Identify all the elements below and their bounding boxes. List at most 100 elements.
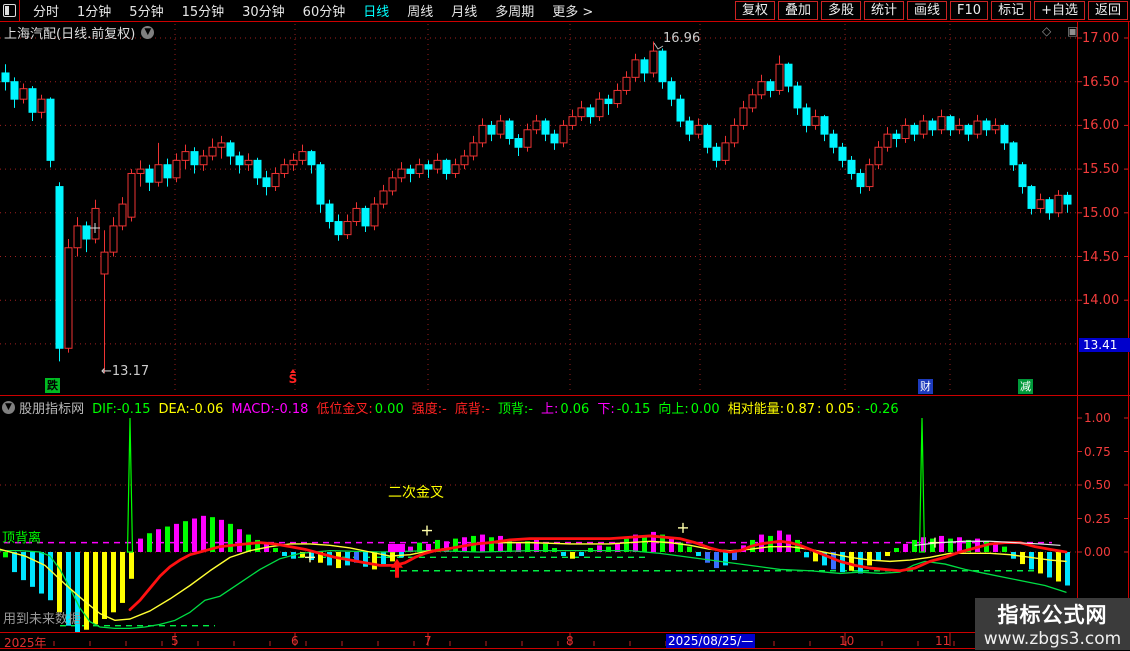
indicator-value: DEA:-0.06 [158,402,224,417]
toolbar-button-复权[interactable]: 复权 [734,1,775,20]
fall-signal-badge: 跌 [45,378,60,393]
indicator-axis-label: 0.00 [1084,545,1111,559]
candle-body [1018,164,1027,188]
toolbar-button-叠加[interactable]: 叠加 [777,1,818,20]
macd-bar [507,539,512,552]
candle-body [433,159,442,170]
macd-bar [183,521,188,552]
chart-canvas[interactable] [0,0,1130,650]
timeframe-item-30分钟[interactable]: 30分钟 [233,1,294,20]
candle-body [874,146,883,166]
date-axis-label: 11 [935,634,951,648]
timeframe-item-月线[interactable]: 月线 [442,1,486,20]
top-menu-bar: 分时 1分钟 5分钟 15分钟 30分钟 60分钟 日线 周线 月线 多周期 更多 > 复权 叠加 多股… [0,0,1130,22]
candle-body [649,50,658,74]
indicator-chevron-icon[interactable]: ▼ [2,401,15,414]
candle-body [847,159,856,174]
indicator-value: 相对能量: [727,402,785,417]
candle-body [910,124,919,135]
macd-bar [192,518,197,552]
macd-bar [129,552,134,579]
candle-body [64,247,73,349]
wealth-signal-badge: 财 [918,379,933,394]
indicator-value: 下: [597,402,615,417]
indicator-value: 0.00 [690,402,720,417]
indicator-value: MACD:-0.18 [231,402,309,417]
chart-corner-icons[interactable]: ◇ ▣ [1042,24,1084,38]
candle-body [235,155,244,166]
indicator-value: 底背:- [454,402,490,417]
indicator-value: 0.06 [560,402,590,417]
timeframe-item-日线[interactable]: 日线 [354,1,398,20]
candle-body [397,168,406,179]
timeframe-item-15分钟[interactable]: 15分钟 [173,1,234,20]
watermark-title: 指标公式网 [997,603,1108,627]
macd-bar [174,523,179,552]
timeframe-item-5分钟[interactable]: 5分钟 [120,1,172,20]
candle-body [784,63,793,87]
buy-arrow [391,558,403,578]
indicator-axis-label: 1.00 [1084,411,1111,425]
toolbar-button-画线[interactable]: 画线 [907,1,948,20]
candle-body [937,116,946,131]
candle-body [757,81,766,96]
timeframe-item-分时[interactable]: 分时 [24,1,68,20]
candle-body [316,164,325,205]
macd-bar [156,529,161,552]
macd-bar [282,552,287,557]
panel-toggle-icon[interactable] [3,4,16,17]
macd-bar [588,547,593,552]
macd-bar [867,552,872,566]
macd-bar [1065,552,1070,586]
signal-block [388,543,405,552]
timeframe-item-60分钟[interactable]: 60分钟 [294,1,355,20]
toolbar-button-F10[interactable]: F10 [950,1,989,20]
candle-body [100,251,109,275]
macd-bar [111,552,116,613]
macd-bar [489,537,494,552]
toolbar-button-统计[interactable]: 统计 [864,1,905,20]
toolbar-button-+自选[interactable]: +自选 [1034,1,1085,20]
toolbar-button-多股[interactable]: 多股 [820,1,861,20]
candle-body [901,124,910,140]
timeframe-item-更多 >[interactable]: 更多 > [543,1,602,20]
candle-body [919,120,928,135]
macd-bar [237,529,242,552]
watermark-url: www.zbgs3.com [983,629,1122,649]
candle-body [991,124,1000,131]
candle-body [586,107,595,118]
candle-body [883,133,892,148]
candle-body [514,138,523,148]
macd-bar [696,552,701,557]
toolbar-button-标记[interactable]: 标记 [991,1,1032,20]
date-axis-label: 5 [171,634,179,648]
candle-body [424,164,433,170]
timeframe-item-多周期[interactable]: 多周期 [486,1,543,20]
date-axis-label: 7 [424,634,432,648]
indicator-axis-label: 0.25 [1084,511,1111,526]
candle-body [19,88,28,100]
toolbar-button-返回[interactable]: 返回 [1087,1,1128,20]
macd-bar [498,535,503,552]
candle-body [559,124,568,144]
macd-bar [12,552,17,573]
candle-body [73,225,82,249]
macd-bar [975,538,980,552]
macd-bar [1002,546,1007,552]
candle-body [712,146,721,161]
candle-body [955,124,964,131]
candle-body [379,190,388,205]
macd-bar [705,552,710,563]
reduce-signal-badge: 减 [1018,379,1033,394]
macd-bar [939,535,944,552]
indicator-value: DIF:-0.15 [92,402,151,417]
timeframe-item-周线[interactable]: 周线 [398,1,442,20]
macd-bar [138,538,143,552]
timeframe-item-1分钟[interactable]: 1分钟 [68,1,120,20]
chevron-down-icon[interactable]: ▼ [141,26,155,39]
candle-body [469,142,478,157]
macd-bar [453,538,458,552]
candle-body [532,120,541,131]
candle-body [739,107,748,126]
candle-body [964,124,973,135]
